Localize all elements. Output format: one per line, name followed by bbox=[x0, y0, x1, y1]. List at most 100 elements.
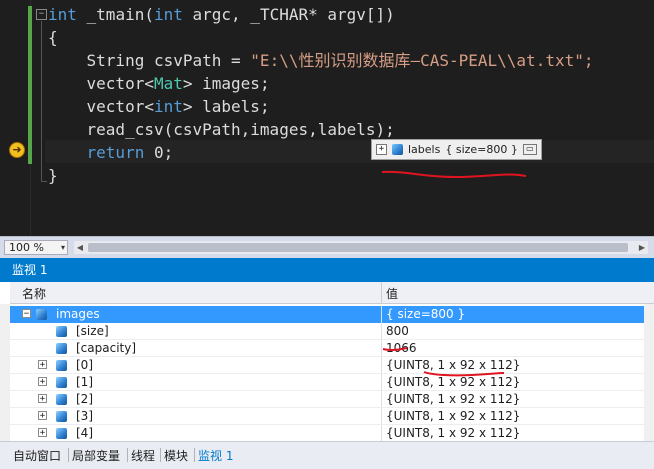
expand-icon[interactable]: + bbox=[38, 394, 47, 404]
datatip-labels[interactable]: + labels { size=800 } ▭ bbox=[371, 139, 542, 160]
code-token: _tmain( bbox=[76, 5, 154, 24]
column-divider bbox=[381, 391, 382, 408]
tab-separator bbox=[68, 448, 69, 462]
expand-icon[interactable]: + bbox=[38, 428, 47, 438]
column-divider bbox=[381, 323, 382, 340]
expand-icon[interactable]: + bbox=[38, 411, 47, 421]
fold-guide-end bbox=[41, 181, 47, 182]
code-token: vector< bbox=[48, 97, 154, 116]
collapse-icon[interactable]: − bbox=[22, 309, 31, 319]
red-underline-dims-annotation bbox=[423, 371, 505, 377]
variable-cube-icon bbox=[56, 377, 67, 388]
chevron-down-icon[interactable]: ▾ bbox=[61, 241, 65, 254]
datatip-name: labels bbox=[408, 143, 441, 156]
variable-cube-icon bbox=[56, 326, 67, 337]
code-line[interactable]: } bbox=[48, 164, 58, 187]
code-token: > images; bbox=[182, 74, 270, 93]
tab-3[interactable]: 模块 bbox=[164, 447, 188, 464]
watch-row-value[interactable]: {UINT8, 1 x 92 x 112} bbox=[386, 409, 520, 423]
breakpoint-current-statement-icon[interactable]: ➜ bbox=[9, 142, 25, 158]
column-header-value[interactable]: 值 bbox=[386, 285, 398, 302]
expand-icon[interactable]: + bbox=[38, 377, 47, 387]
code-line[interactable]: read_csv(csvPath,images,labels); bbox=[48, 118, 395, 141]
code-token: "E:\\性别识别数据库—CAS-PEAL\\at.txt"; bbox=[250, 51, 594, 70]
tab-4[interactable]: 监视 1 bbox=[198, 447, 233, 464]
watch-row[interactable]: + [4] {UINT8, 1 x 92 x 112} bbox=[10, 425, 654, 442]
watch-row-name: [capacity] bbox=[76, 341, 137, 355]
editor-gutter[interactable] bbox=[0, 0, 31, 236]
watch-row-name: [size] bbox=[76, 324, 109, 338]
column-header-name[interactable]: 名称 bbox=[22, 285, 46, 302]
datatip-expand-icon[interactable]: + bbox=[376, 144, 387, 155]
watch-row-name: [0] bbox=[76, 358, 93, 372]
editor-status-bar: 100 % ▾ ◀ ▶ bbox=[0, 236, 654, 258]
tab-1[interactable]: 局部变量 bbox=[72, 447, 120, 464]
change-indicator-bar bbox=[28, 6, 32, 164]
expand-icon[interactable]: + bbox=[38, 360, 47, 370]
code-token: > labels; bbox=[182, 97, 270, 116]
watch-row-name: [2] bbox=[76, 392, 93, 406]
variable-cube-icon bbox=[36, 309, 47, 320]
tab-separator bbox=[194, 448, 195, 462]
tab-separator bbox=[160, 448, 161, 462]
watch-row[interactable]: + [2] {UINT8, 1 x 92 x 112} bbox=[10, 391, 654, 408]
code-line[interactable]: vector<int> labels; bbox=[48, 95, 270, 118]
watch-row[interactable]: + [0] {UINT8, 1 x 92 x 112} bbox=[10, 357, 654, 374]
code-line[interactable]: vector<Mat> images; bbox=[48, 72, 270, 95]
code-token: String csvPath = bbox=[48, 51, 251, 70]
watch-row[interactable]: + [3] {UINT8, 1 x 92 x 112} bbox=[10, 408, 654, 425]
column-divider bbox=[381, 374, 382, 391]
watch-row-value[interactable]: {UINT8, 1 x 92 x 112} bbox=[386, 426, 520, 440]
code-token: argc, _TCHAR* argv[]) bbox=[182, 5, 395, 24]
column-divider bbox=[381, 425, 382, 442]
code-token: read_csv(csvPath,images,labels); bbox=[48, 120, 395, 139]
red-underline-annotation bbox=[381, 170, 527, 179]
watch-row-value[interactable]: { size=800 } bbox=[386, 307, 465, 321]
watch-row[interactable]: − images { size=800 } bbox=[10, 306, 654, 323]
code-token: vector< bbox=[48, 74, 154, 93]
vertical-scrollbar[interactable] bbox=[644, 304, 654, 442]
watch-column-header: 名称 值 bbox=[10, 282, 654, 304]
variable-cube-icon bbox=[56, 411, 67, 422]
collapse-icon[interactable]: − bbox=[36, 9, 47, 20]
fold-guide-line bbox=[41, 21, 42, 181]
variable-cube-icon bbox=[56, 428, 67, 439]
pin-icon[interactable]: ▭ bbox=[522, 144, 537, 155]
code-editor[interactable]: − ➜ int _tmain(int argc, _TCHAR* argv[])… bbox=[0, 0, 654, 236]
scroll-left-icon[interactable]: ◀ bbox=[74, 241, 86, 254]
column-divider bbox=[381, 306, 382, 323]
watch-left-margin bbox=[0, 304, 10, 442]
code-token: 0; bbox=[144, 143, 174, 162]
code-line[interactable]: int _tmain(int argc, _TCHAR* argv[]) bbox=[48, 3, 395, 26]
watch-row-name: [4] bbox=[76, 426, 93, 440]
code-line[interactable]: String csvPath = "E:\\性别识别数据库—CAS-PEAL\\… bbox=[48, 49, 594, 72]
tab-0[interactable]: 自动窗口 bbox=[13, 447, 61, 464]
watch-row[interactable]: [capacity] 1066 bbox=[10, 340, 654, 357]
scroll-right-icon[interactable]: ▶ bbox=[636, 241, 648, 254]
watch-row[interactable]: [size] 800 bbox=[10, 323, 654, 340]
column-divider[interactable] bbox=[381, 282, 382, 304]
watch-window-title[interactable]: 监视 1 bbox=[0, 258, 654, 282]
debug-window-tabs: 自动窗口 局部变量 线程 模块 监视 1 bbox=[0, 441, 654, 469]
code-token: int bbox=[153, 5, 183, 24]
watch-row[interactable]: + [1] {UINT8, 1 x 92 x 112} bbox=[10, 374, 654, 391]
code-token: { bbox=[48, 28, 58, 47]
variable-cube-icon bbox=[56, 394, 67, 405]
zoom-dropdown[interactable]: 100 % ▾ bbox=[4, 240, 68, 255]
horizontal-scrollbar[interactable]: ◀ ▶ bbox=[74, 241, 648, 254]
red-underline-size-annotation bbox=[382, 347, 408, 352]
code-token: } bbox=[48, 166, 58, 185]
code-line[interactable]: return 0; bbox=[48, 141, 174, 164]
watch-row-value[interactable]: 800 bbox=[386, 324, 409, 338]
code-token: int bbox=[48, 5, 77, 24]
code-line[interactable]: { bbox=[48, 26, 58, 49]
scrollbar-thumb[interactable] bbox=[88, 243, 628, 252]
tab-2[interactable]: 线程 bbox=[131, 447, 155, 464]
zoom-value: 100 % bbox=[9, 241, 44, 254]
watch-row-name: images bbox=[56, 307, 100, 321]
code-token: Mat bbox=[153, 74, 183, 93]
watch-row-value[interactable]: {UINT8, 1 x 92 x 112} bbox=[386, 392, 520, 406]
variable-cube-icon bbox=[392, 144, 403, 155]
watch-row-name: [1] bbox=[76, 375, 93, 389]
watch-row-name: [3] bbox=[76, 409, 93, 423]
